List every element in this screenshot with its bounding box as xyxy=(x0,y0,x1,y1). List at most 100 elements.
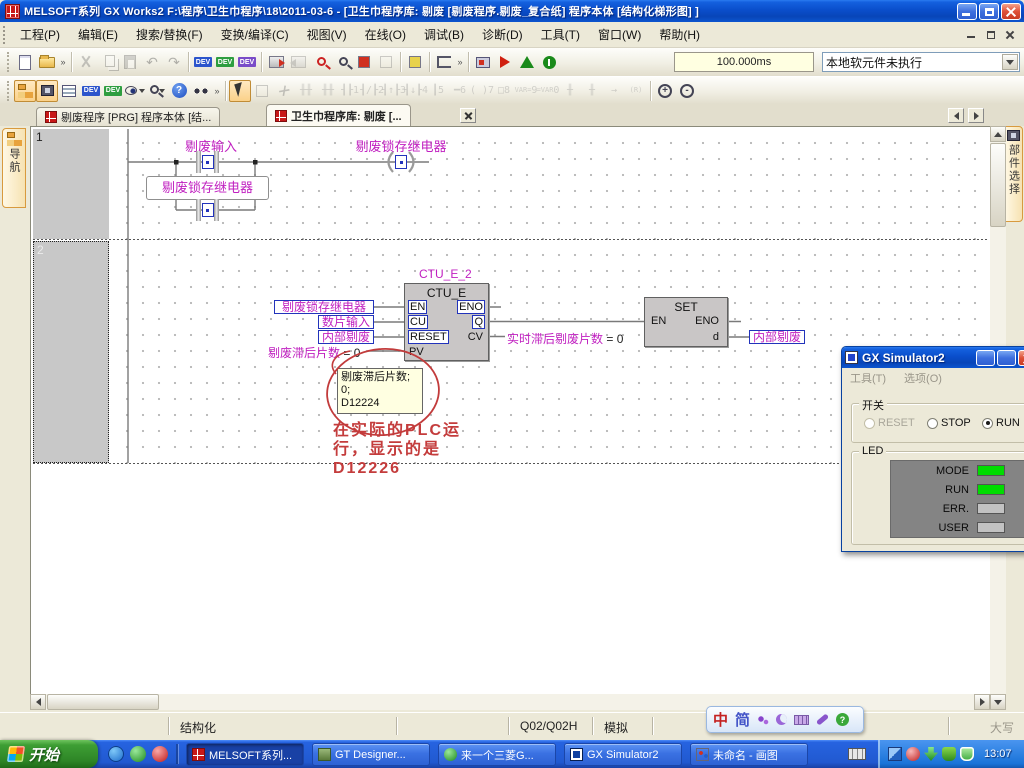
closed-contact-icon[interactable]: ┨/┠2 xyxy=(361,80,383,102)
device-comment-icon[interactable]: DEV xyxy=(192,51,214,73)
redo-icon[interactable]: ↷ xyxy=(163,51,185,73)
ime-halfwidth-icon[interactable] xyxy=(776,714,787,725)
zoom-out-icon[interactable]: - xyxy=(676,80,698,102)
ime-tools-icon[interactable] xyxy=(816,713,829,725)
rising-pulse-icon[interactable]: ┨↑┠3 xyxy=(383,80,405,102)
read-from-plc-icon[interactable] xyxy=(287,51,309,73)
device-display-icon[interactable] xyxy=(124,80,146,102)
restore-button[interactable] xyxy=(979,3,999,20)
horizontal-line-icon[interactable]: ━6 xyxy=(449,80,471,102)
simulation-start-icon[interactable] xyxy=(494,51,516,73)
tab-library-tiqu[interactable]: 卫生巾程序库: 剔废 [... xyxy=(266,104,411,126)
device-monitor-icon[interactable]: DEV xyxy=(214,51,236,73)
horizontal-scroll-thumb[interactable] xyxy=(47,694,159,710)
scroll-down-icon[interactable] xyxy=(990,694,1006,710)
simulation-stop-icon[interactable] xyxy=(538,51,560,73)
simulation-step-icon[interactable] xyxy=(516,51,538,73)
simulation-panel-icon[interactable] xyxy=(472,51,494,73)
coil-icon[interactable]: ( )7 xyxy=(471,80,493,102)
mdi-close-button[interactable] xyxy=(1001,27,1018,42)
return-icon[interactable]: (R) xyxy=(625,80,647,102)
rung-1-margin-block[interactable]: 1 xyxy=(33,129,109,239)
taskbar-item-gt-designer[interactable]: GT Designer... xyxy=(312,743,430,766)
input-var-latch-relay[interactable]: 剔废锁存继电器 xyxy=(274,300,374,314)
menu-find-replace[interactable]: 搜索/替换(F) xyxy=(127,22,212,47)
device-find-icon[interactable]: DEV xyxy=(80,80,102,102)
rung-2-margin-block-selected[interactable]: 2 xyxy=(33,241,109,463)
zoom-in-icon[interactable]: + xyxy=(654,80,676,102)
menu-help[interactable]: 帮助(H) xyxy=(650,22,709,47)
menu-edit[interactable]: 编辑(E) xyxy=(69,22,127,47)
input-var-sheet-count[interactable]: 数片输入 xyxy=(318,315,374,329)
watch-stop-icon[interactable] xyxy=(375,51,397,73)
simulator-menu-option[interactable]: 选项(O) xyxy=(904,370,942,386)
dropdown-arrow-icon[interactable] xyxy=(1002,54,1018,70)
find-icon[interactable] xyxy=(146,80,168,102)
vertical-line-icon[interactable]: ┃5 xyxy=(427,80,449,102)
select-mode-icon[interactable] xyxy=(229,80,251,102)
ime-softkeyboard-icon[interactable] xyxy=(794,715,809,725)
input-variable-icon[interactable]: VAR=9 xyxy=(515,80,537,102)
start-button[interactable]: 开始 xyxy=(0,740,98,768)
open-contact-icon[interactable]: ┨┠1 xyxy=(339,80,361,102)
cv-output-var[interactable]: 实时滞后剔废片数 = 0 xyxy=(507,330,623,347)
radio-reset[interactable]: RESET xyxy=(864,417,915,429)
local-device-status-dropdown[interactable]: 本地软元件未执行 xyxy=(822,52,1020,72)
toolbar-overflow3-icon[interactable]: » xyxy=(212,86,222,96)
falling-pulse-icon[interactable]: ┨↓┠4 xyxy=(405,80,427,102)
help-icon[interactable]: ? xyxy=(168,80,190,102)
edit-comment-icon[interactable] xyxy=(273,80,295,102)
device-batch-icon[interactable]: DEV xyxy=(236,51,258,73)
element-selection-dock-tab[interactable]: 部件选择 xyxy=(1004,126,1023,222)
set-function-block[interactable]: SET EN ENO d xyxy=(644,297,728,347)
toolbar-grip2[interactable] xyxy=(7,81,11,101)
ime-simplified-indicator[interactable]: 简 xyxy=(735,709,750,730)
output-variable-icon[interactable]: =VAR0 xyxy=(537,80,559,102)
input-var-internal-tifei[interactable]: 内部剔废 xyxy=(318,330,374,344)
tray-shield-plus-icon[interactable] xyxy=(942,747,956,761)
coil-latch-relay[interactable] xyxy=(395,155,407,169)
cross-reference-icon[interactable] xyxy=(190,80,212,102)
quicklaunch-red-icon[interactable] xyxy=(152,746,168,762)
tab-scroll-right-button[interactable] xyxy=(968,108,984,123)
mdi-minimize-button[interactable] xyxy=(963,27,980,42)
new-project-icon[interactable] xyxy=(14,51,36,73)
simulator-restore-button[interactable] xyxy=(997,350,1016,366)
toolbar-overflow-icon[interactable]: » xyxy=(58,57,68,67)
menu-view[interactable]: 视图(V) xyxy=(298,22,356,47)
ime-chinese-indicator[interactable]: 中 xyxy=(713,709,728,730)
menu-tool[interactable]: 工具(T) xyxy=(532,22,589,47)
ladder-tool-icon[interactable]: ╫╫ xyxy=(317,80,339,102)
simulator-minimize-button[interactable] xyxy=(976,350,995,366)
ime-language-bar[interactable]: 中 简 ? xyxy=(706,706,864,733)
taskbar-item-paint[interactable]: 未命名 - 画图 xyxy=(690,743,808,766)
output-window-icon[interactable] xyxy=(58,80,80,102)
ladder-tool-icon[interactable]: ╫ xyxy=(559,80,581,102)
quicklaunch-ie-icon[interactable] xyxy=(108,746,124,762)
program-check-icon[interactable] xyxy=(404,51,426,73)
element-selection-window-icon[interactable] xyxy=(36,80,58,102)
menu-window[interactable]: 窗口(W) xyxy=(589,22,650,47)
copy-icon[interactable] xyxy=(97,51,119,73)
taskbar-item-melsoft[interactable]: MELSOFT系列... xyxy=(186,743,304,766)
tab-scroll-left-button[interactable] xyxy=(948,108,964,123)
scroll-right-icon[interactable] xyxy=(974,694,990,710)
quicklaunch-green-icon[interactable] xyxy=(130,746,146,762)
paste-icon[interactable] xyxy=(119,51,141,73)
tray-network-icon[interactable] xyxy=(888,747,902,761)
ctu-function-block[interactable]: CTU_E EN ENO CU Q RESET CV PV xyxy=(404,283,489,361)
gx-simulator2-window[interactable]: GX Simulator2 工具(T) 选项(O) 开关 RESET STOP … xyxy=(841,346,1024,552)
monitor-start-icon[interactable] xyxy=(309,51,331,73)
mdi-restore-button[interactable] xyxy=(982,27,999,42)
function-block-icon[interactable]: □8 xyxy=(493,80,515,102)
simulator-menu-tool[interactable]: 工具(T) xyxy=(850,370,886,386)
toolbar-grip[interactable] xyxy=(7,52,11,72)
menu-online[interactable]: 在线(O) xyxy=(356,22,415,47)
ladder-branch-icon[interactable] xyxy=(433,51,455,73)
open-contact-latch-relay[interactable] xyxy=(196,199,219,221)
navigation-window-icon[interactable] xyxy=(14,80,36,102)
jump-icon[interactable]: → xyxy=(603,80,625,102)
tray-security-icon[interactable] xyxy=(960,747,974,761)
watch-start-icon[interactable] xyxy=(353,51,375,73)
output-var-internal-tifei[interactable]: 内部剔废 xyxy=(749,330,805,344)
